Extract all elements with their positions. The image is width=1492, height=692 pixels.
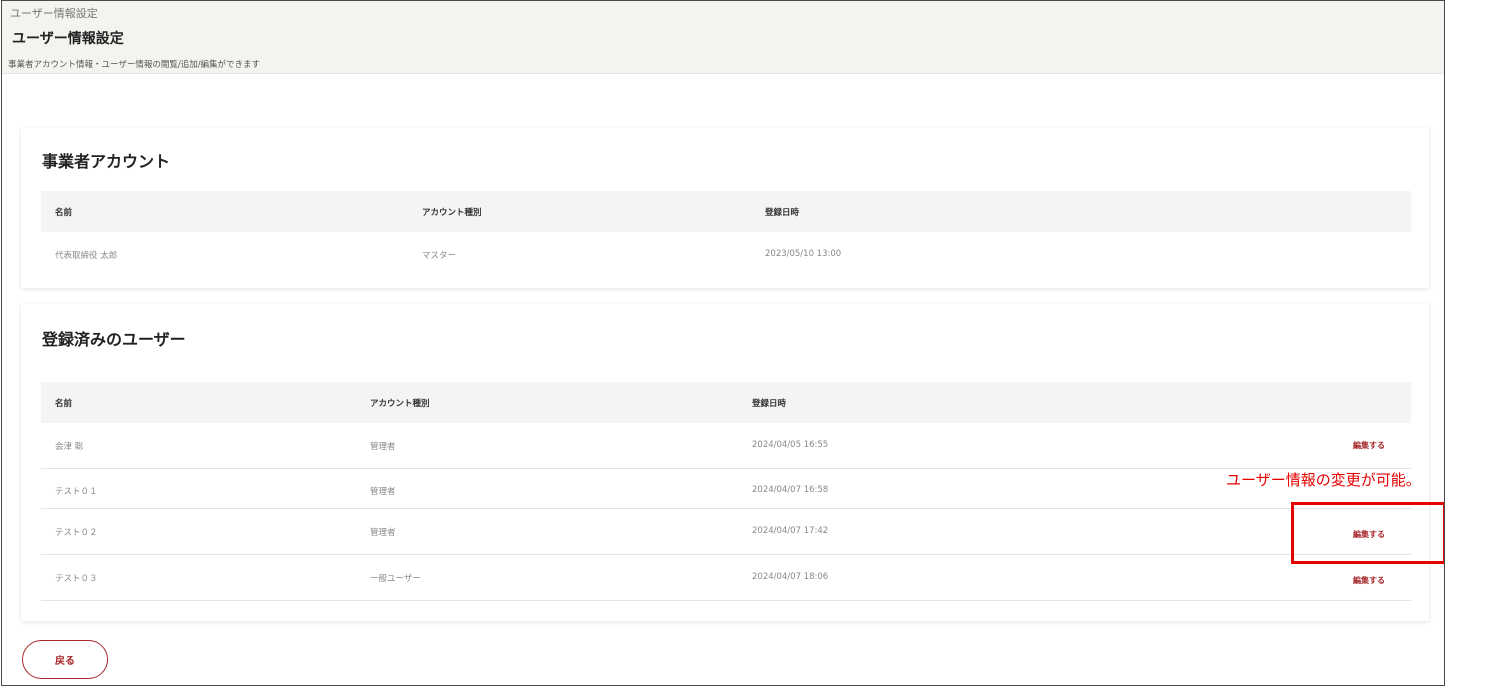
column-header-registered-at: 登録日時 bbox=[752, 399, 787, 409]
annotation-highlight-box bbox=[1291, 502, 1444, 564]
business-account-card: 事業者アカウント 名前 アカウント種別 登録日時 代表取締役 太郎 マスター 2… bbox=[21, 128, 1429, 288]
cell-name: 代表取締役 太郎 bbox=[55, 251, 118, 261]
cell-name: テスト０２ bbox=[55, 528, 98, 538]
column-header-account-type: アカウント種別 bbox=[370, 399, 430, 409]
table-row: テスト０１ 管理者 2024/04/07 16:58 bbox=[41, 470, 1411, 509]
column-header-account-type: アカウント種別 bbox=[422, 208, 482, 218]
cell-name: テスト０３ bbox=[55, 574, 98, 584]
cell-account-type: 管理者 bbox=[370, 442, 396, 452]
cell-account-type: 管理者 bbox=[370, 528, 396, 538]
cell-registered-at: 2024/04/07 18:06 bbox=[752, 572, 829, 582]
business-account-table-header: 名前 アカウント種別 登録日時 bbox=[41, 191, 1411, 232]
registered-users-title: 登録済みのユーザー bbox=[42, 330, 186, 349]
cell-registered-at: 2024/04/07 17:42 bbox=[752, 526, 829, 536]
breadcrumb[interactable]: ユーザー情報設定 bbox=[10, 5, 98, 21]
cell-name: 会津 聡 bbox=[55, 442, 84, 452]
table-row: 代表取締役 太郎 マスター 2023/05/10 13:00 bbox=[41, 232, 1411, 278]
page-description: 事業者アカウント情報・ユーザー情報の閲覧/追加/編集ができます bbox=[8, 60, 261, 70]
column-header-registered-at: 登録日時 bbox=[765, 208, 800, 218]
column-header-name: 名前 bbox=[55, 399, 73, 409]
table-row: テスト０２ 管理者 2024/04/07 17:42 編集する bbox=[41, 509, 1411, 555]
screenshot-frame: ユーザー情報設定 ユーザー情報設定 事業者アカウント情報・ユーザー情報の閲覧/追… bbox=[1, 0, 1445, 686]
annotation-callout: ユーザー情報の変更が可能。 bbox=[1226, 471, 1421, 489]
back-button[interactable]: 戻る bbox=[22, 640, 108, 679]
business-account-title: 事業者アカウント bbox=[42, 152, 171, 171]
column-header-name: 名前 bbox=[55, 208, 73, 218]
edit-user-link[interactable]: 編集する bbox=[1353, 575, 1385, 586]
edit-user-link[interactable]: 編集する bbox=[1353, 440, 1385, 451]
table-row: テスト０３ 一般ユーザー 2024/04/07 18:06 編集する bbox=[41, 555, 1411, 601]
page-header: ユーザー情報設定 ユーザー情報設定 事業者アカウント情報・ユーザー情報の閲覧/追… bbox=[2, 1, 1444, 74]
cell-registered-at: 2024/04/05 16:55 bbox=[752, 440, 829, 450]
registered-users-card: 登録済みのユーザー 名前 アカウント種別 登録日時 会津 聡 管理者 2024/… bbox=[21, 304, 1429, 621]
cell-registered-at: 2024/04/07 16:58 bbox=[752, 485, 829, 495]
page-title: ユーザー情報設定 bbox=[12, 31, 124, 47]
cell-account-type: マスター bbox=[422, 251, 457, 261]
cell-account-type: 管理者 bbox=[370, 487, 396, 497]
cell-registered-at: 2023/05/10 13:00 bbox=[765, 249, 842, 259]
table-row: 会津 聡 管理者 2024/04/05 16:55 編集する bbox=[41, 423, 1411, 469]
cell-account-type: 一般ユーザー bbox=[370, 574, 421, 584]
cell-name: テスト０１ bbox=[55, 487, 98, 497]
registered-users-table-header: 名前 アカウント種別 登録日時 bbox=[41, 382, 1411, 423]
